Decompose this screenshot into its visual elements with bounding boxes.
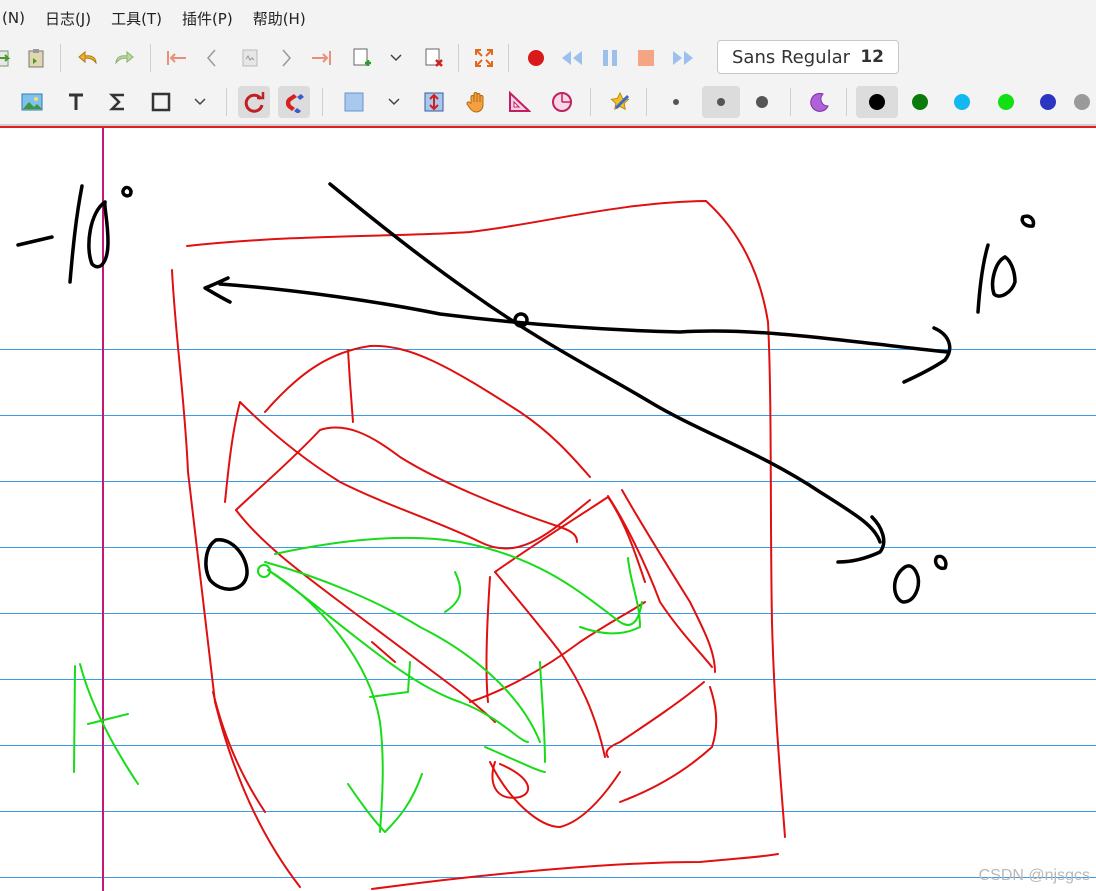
menu-plugins[interactable]: 插件(P) (172, 8, 243, 29)
menu-tools[interactable]: 工具(T) (101, 8, 172, 29)
swatch-light-green (998, 94, 1014, 110)
swatch-black (869, 94, 885, 110)
new-page-dropdown-icon[interactable] (380, 42, 412, 74)
shape-dropdown-icon[interactable] (184, 86, 216, 118)
menu-file[interactable]: (N) (0, 9, 35, 27)
pen-color-light-blue[interactable] (946, 86, 978, 118)
color-picker-icon[interactable] (804, 86, 836, 118)
record-icon[interactable] (520, 42, 552, 74)
swatch-green (912, 94, 928, 110)
font-name: Sans Regular (732, 46, 851, 68)
new-page-icon[interactable] (346, 42, 378, 74)
journal-page-canvas[interactable]: CSDN @njsgcs (0, 126, 1096, 891)
stop-icon[interactable] (630, 42, 662, 74)
redo-icon[interactable] (108, 42, 140, 74)
main-toolbar: Sans Regular 12 (0, 36, 1096, 80)
formula-tool-icon[interactable] (102, 86, 134, 118)
swatch-light-blue (954, 94, 970, 110)
rewind-icon[interactable] (556, 42, 588, 74)
pause-icon[interactable] (594, 42, 626, 74)
thin-pen-icon[interactable] (660, 86, 692, 118)
handwritten-sketch (16, 182, 1036, 890)
menu-bar: (N) 日志(J) 工具(T) 插件(P) 帮助(H) (0, 0, 1096, 36)
select-rectangle-icon[interactable] (338, 86, 370, 118)
select-dropdown-icon[interactable] (378, 86, 410, 118)
pen-color-black[interactable] (856, 86, 898, 118)
previous-page-icon[interactable] (196, 42, 228, 74)
paste-icon[interactable] (20, 42, 52, 74)
export-icon[interactable] (0, 42, 18, 74)
fast-forward-icon[interactable] (667, 42, 699, 74)
set-square-icon[interactable] (503, 86, 535, 118)
font-selector[interactable]: Sans Regular 12 (717, 40, 899, 74)
pen-color-green[interactable] (904, 86, 936, 118)
swatch-gray (1074, 94, 1090, 110)
rectangle-tool-icon[interactable] (145, 86, 177, 118)
shape-recognizer-icon[interactable] (238, 86, 270, 118)
first-page-icon[interactable] (160, 42, 192, 74)
vertical-space-icon[interactable] (418, 86, 450, 118)
pen-color-blue[interactable] (1032, 86, 1064, 118)
watermark: CSDN @njsgcs (978, 867, 1090, 884)
text-tool-icon[interactable] (60, 86, 92, 118)
hand-tool-icon[interactable] (461, 86, 493, 118)
thick-pen-icon[interactable] (746, 86, 778, 118)
goto-page-icon[interactable] (234, 42, 266, 74)
fullscreen-icon[interactable] (468, 42, 500, 74)
last-page-icon[interactable] (306, 42, 338, 74)
menu-help[interactable]: 帮助(H) (243, 8, 316, 29)
delete-page-icon[interactable] (418, 42, 450, 74)
default-tools-icon[interactable] (604, 86, 636, 118)
insert-image-icon[interactable] (16, 86, 48, 118)
menu-journal[interactable]: 日志(J) (35, 8, 101, 29)
tools-toolbar (0, 80, 1096, 126)
next-page-icon[interactable] (270, 42, 302, 74)
swatch-blue (1040, 94, 1056, 110)
compass-icon[interactable] (546, 86, 578, 118)
undo-icon[interactable] (72, 42, 104, 74)
pen-color-light-green[interactable] (990, 86, 1022, 118)
font-size: 12 (860, 47, 884, 67)
snap-magnet-icon[interactable] (278, 86, 310, 118)
medium-pen-icon[interactable] (702, 86, 740, 118)
pen-color-gray[interactable] (1074, 86, 1096, 118)
